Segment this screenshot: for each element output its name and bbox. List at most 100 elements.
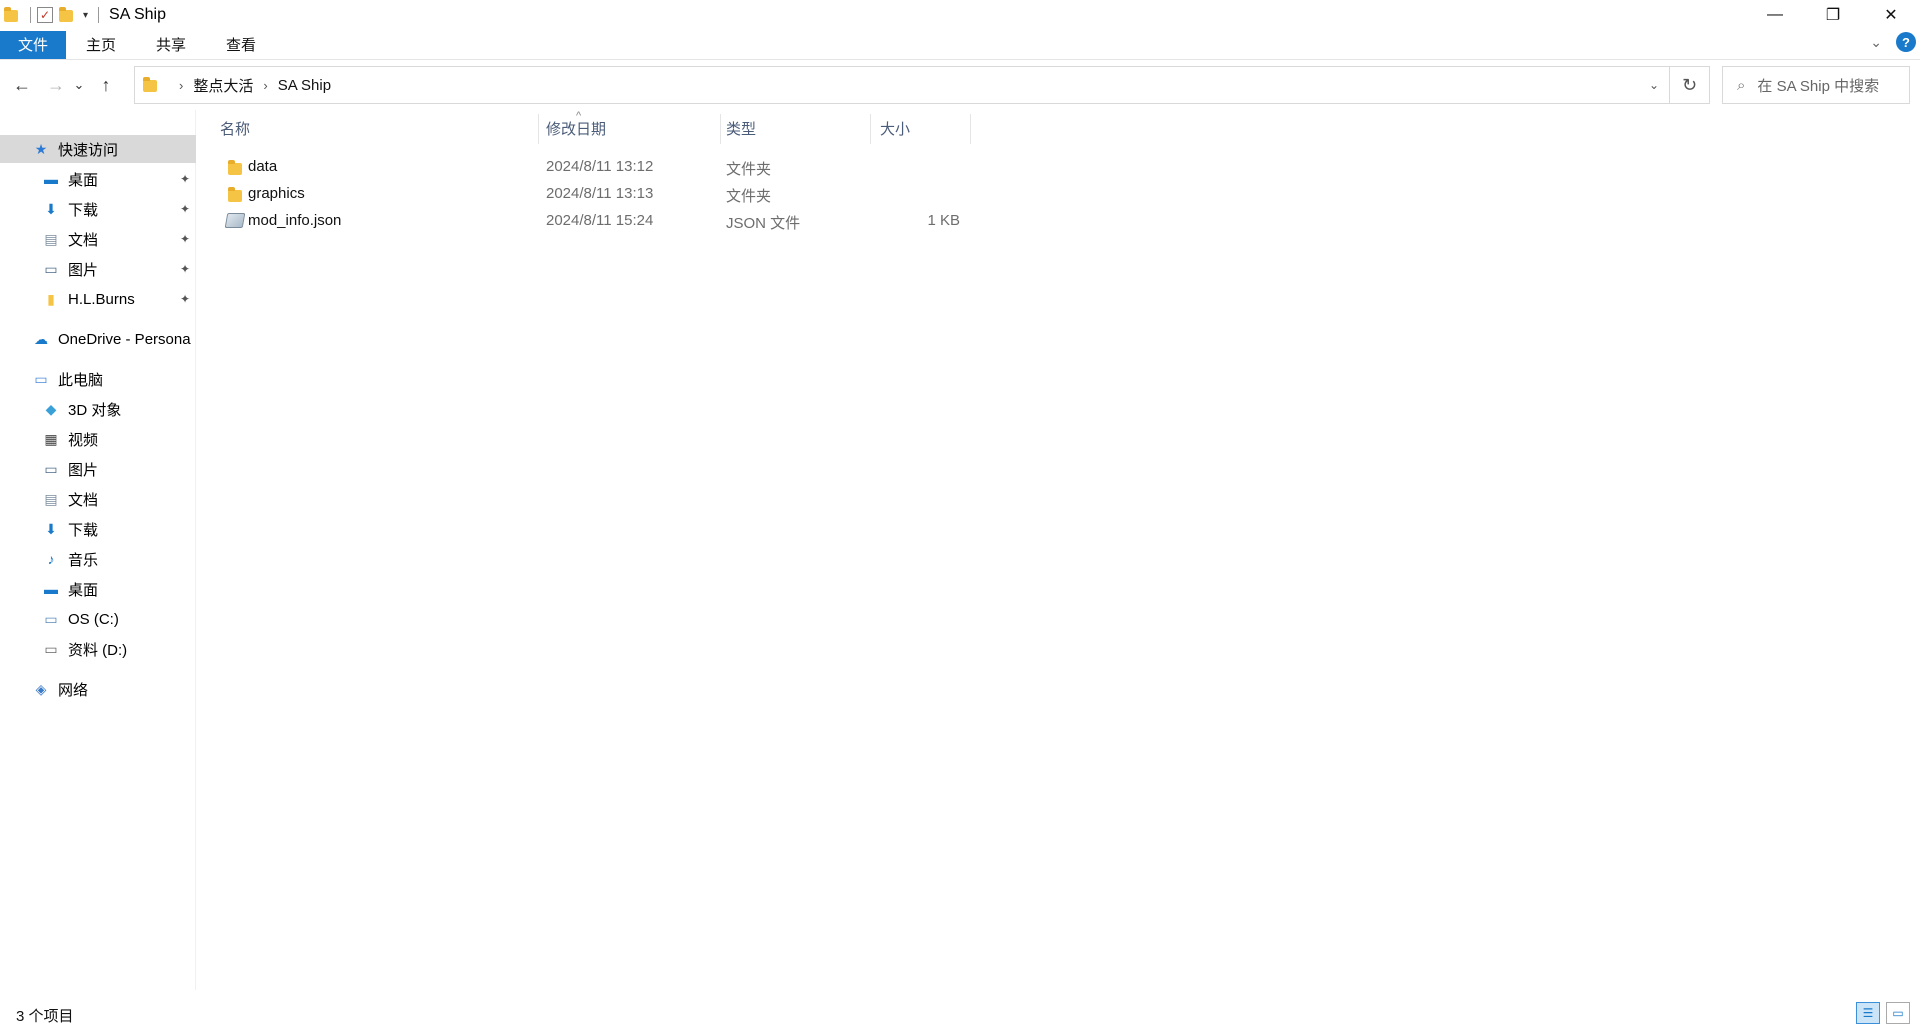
- download-icon: ⬇: [45, 200, 57, 217]
- tab-home[interactable]: 主页: [66, 31, 136, 59]
- folder-icon: ▮: [47, 290, 55, 307]
- sidebar-item-onedrive[interactable]: ☁ OneDrive - Persona: [0, 325, 196, 353]
- close-button[interactable]: ✕: [1862, 0, 1920, 30]
- help-icon[interactable]: ?: [1896, 32, 1916, 52]
- ribbon-tabs: 文件 主页 共享 查看 ⌄ ?: [0, 30, 1920, 60]
- column-header-type[interactable]: 类型: [722, 110, 872, 146]
- status-bar: 3 个项目 ☰ ▭: [0, 1000, 1920, 1030]
- file-type: JSON 文件: [726, 215, 801, 232]
- back-button[interactable]: ←: [8, 75, 36, 96]
- sidebar-item-label: 下载: [68, 521, 99, 539]
- cube-icon: ◆: [45, 400, 57, 417]
- pin-icon[interactable]: ✦: [180, 262, 190, 276]
- sidebar-item-videos[interactable]: ▦ 视频: [0, 425, 196, 453]
- quick-access-toolbar: ✓ ▾ SA Ship: [0, 0, 166, 30]
- breadcrumb-separator[interactable]: ›: [179, 78, 183, 93]
- window-title: SA Ship: [109, 6, 166, 23]
- sidebar-item-label: 资料 (D:): [68, 641, 128, 659]
- sidebar-item-label: 文档: [68, 491, 99, 509]
- sidebar-item-label: 文档: [68, 231, 99, 249]
- restore-button[interactable]: ❐: [1804, 0, 1862, 30]
- sidebar-item-label: 视频: [68, 431, 99, 449]
- column-header-name[interactable]: 名称: [206, 110, 538, 146]
- sidebar-item-drive-c[interactable]: ▭ OS (C:): [0, 605, 196, 633]
- pin-icon[interactable]: ✦: [180, 232, 190, 246]
- breadcrumb-item[interactable]: 整点大活: [193, 75, 253, 96]
- sidebar-item-documents-pc[interactable]: ▤ 文档: [0, 485, 196, 513]
- sidebar-item-3d-objects[interactable]: ◆ 3D 对象: [0, 395, 196, 423]
- separator: [98, 7, 100, 23]
- column-divider[interactable]: [870, 114, 871, 144]
- column-header-date[interactable]: 修改日期: [540, 110, 720, 146]
- new-folder-icon[interactable]: [59, 7, 73, 22]
- details-view-icon[interactable]: ☰: [1856, 1002, 1880, 1024]
- folder-icon: [228, 187, 242, 202]
- minimize-button[interactable]: —: [1746, 0, 1804, 30]
- breadcrumb-item[interactable]: SA Ship: [278, 77, 331, 94]
- sidebar-item-pictures-pc[interactable]: ▭ 图片: [0, 455, 196, 483]
- table-row[interactable]: graphics 2024/8/11 13:13 文件夹: [206, 180, 966, 207]
- computer-icon: ▭: [34, 370, 48, 387]
- navigation-bar: ← → ⌄ ↑ › 整点大活 › SA Ship ⌄ ↻ ⌕ 在 SA Ship…: [0, 66, 1920, 104]
- up-button[interactable]: ↑: [92, 75, 120, 96]
- file-date: 2024/8/11 13:12: [546, 158, 654, 175]
- sidebar-item-label: 3D 对象: [68, 401, 122, 419]
- table-row[interactable]: data 2024/8/11 13:12 文件夹: [206, 153, 966, 180]
- sidebar-item-hlburns[interactable]: ▮ H.L.Burns ✦: [0, 285, 196, 313]
- file-name: graphics: [248, 185, 305, 202]
- sidebar-item-label: OneDrive - Persona: [58, 330, 191, 348]
- sidebar-item-label: 此电脑: [58, 371, 104, 389]
- sidebar-item-downloads-pc[interactable]: ⬇ 下载: [0, 515, 196, 543]
- navigation-pane: ★ 快速访问 ▬ 桌面 ✦ ⬇ 下载 ✦ ▤ 文档 ✦ ▭ 图片 ✦ ▮ H.L…: [0, 110, 196, 990]
- sidebar-item-network[interactable]: ◈ 网络: [0, 675, 196, 703]
- sidebar-item-label: 快速访问: [58, 141, 119, 159]
- large-icons-view-icon[interactable]: ▭: [1886, 1002, 1910, 1024]
- sidebar-item-this-pc[interactable]: ▭ 此电脑: [0, 365, 196, 393]
- sidebar-item-pictures[interactable]: ▭ 图片 ✦: [0, 255, 196, 283]
- pin-icon[interactable]: ✦: [180, 202, 190, 216]
- sidebar-item-drive-d[interactable]: ▭ 资料 (D:): [0, 635, 196, 663]
- expand-ribbon-icon[interactable]: ⌄: [1870, 34, 1882, 51]
- item-count: 3 个项目: [16, 1007, 74, 1025]
- pin-icon[interactable]: ✦: [180, 172, 190, 186]
- table-row[interactable]: mod_info.json 2024/8/11 15:24 JSON 文件 1 …: [206, 207, 966, 234]
- address-bar[interactable]: › 整点大活 › SA Ship ⌄: [134, 66, 1670, 104]
- file-name: mod_info.json: [248, 212, 342, 229]
- forward-button[interactable]: →: [42, 75, 70, 96]
- sidebar-item-downloads[interactable]: ⬇ 下载 ✦: [0, 195, 196, 223]
- file-name: data: [248, 158, 278, 175]
- music-icon: ♪: [47, 551, 55, 567]
- column-divider[interactable]: [970, 114, 971, 144]
- tab-share[interactable]: 共享: [136, 31, 206, 59]
- customize-qat-icon[interactable]: ▾: [83, 10, 88, 21]
- address-dropdown-icon[interactable]: ⌄: [1649, 78, 1659, 92]
- sidebar-item-desktop[interactable]: ▬ 桌面 ✦: [0, 165, 196, 193]
- document-icon: ▤: [44, 230, 58, 247]
- sidebar-item-label: OS (C:): [68, 610, 119, 628]
- sidebar-item-quick-access[interactable]: ★ 快速访问: [0, 135, 196, 163]
- view-toggle: ☰ ▭: [1856, 1002, 1910, 1024]
- properties-icon[interactable]: ✓: [37, 7, 53, 23]
- file-date: 2024/8/11 15:24: [546, 212, 654, 229]
- refresh-button[interactable]: ↻: [1670, 66, 1710, 104]
- breadcrumb-separator[interactable]: ›: [263, 78, 267, 93]
- pin-icon[interactable]: ✦: [180, 292, 190, 306]
- network-icon: ◈: [35, 680, 47, 697]
- recent-locations-button[interactable]: ⌄: [70, 77, 88, 93]
- search-placeholder: 在 SA Ship 中搜索: [1757, 77, 1880, 95]
- download-icon: ⬇: [45, 520, 57, 537]
- picture-icon: ▭: [44, 460, 58, 477]
- tab-file[interactable]: 文件: [0, 30, 67, 59]
- sidebar-item-music[interactable]: ♪ 音乐: [0, 545, 196, 573]
- search-box[interactable]: ⌕ 在 SA Ship 中搜索: [1722, 66, 1910, 104]
- picture-icon: ▭: [44, 260, 58, 277]
- tab-view[interactable]: 查看: [206, 31, 276, 59]
- desktop-icon: ▬: [44, 171, 58, 187]
- column-divider[interactable]: [538, 114, 539, 144]
- file-type: 文件夹: [726, 188, 772, 205]
- search-icon: ⌕: [1737, 76, 1746, 94]
- column-divider[interactable]: [720, 114, 721, 144]
- column-header-size[interactable]: 大小: [872, 110, 970, 146]
- sidebar-item-documents[interactable]: ▤ 文档 ✦: [0, 225, 196, 253]
- sidebar-item-desktop-pc[interactable]: ▬ 桌面: [0, 575, 196, 603]
